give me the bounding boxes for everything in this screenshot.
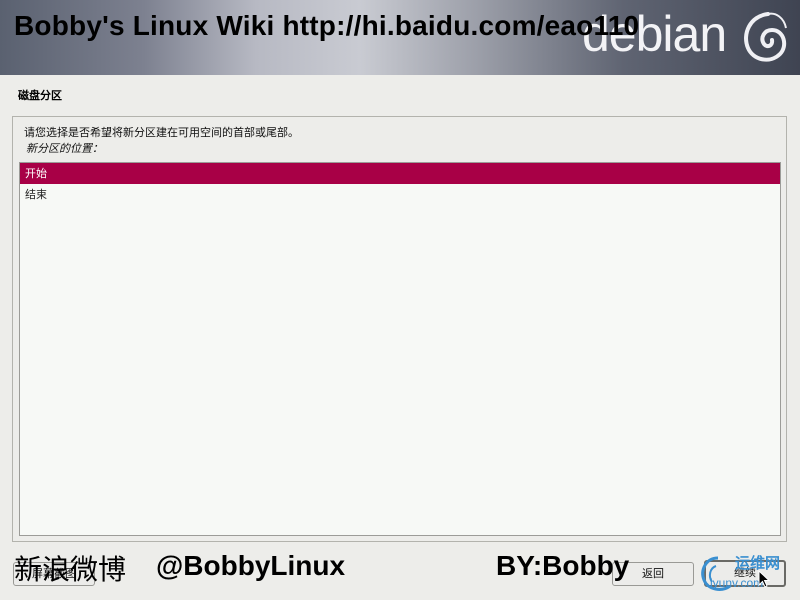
handle-watermark: @BobbyLinux (156, 550, 346, 581)
partition-location-list[interactable]: 开始 结束 (19, 162, 781, 536)
option-beginning[interactable]: 开始 (20, 163, 780, 184)
weibo-watermark: 新浪微博 (14, 553, 127, 586)
site-logo: 运维网 iyunv.com (698, 552, 798, 596)
debian-swirl-icon (744, 12, 787, 62)
header-banner: debian Bobby's Linux Wiki http://hi.baid… (0, 0, 800, 75)
author-watermark: BY:Bobby (496, 550, 630, 581)
wiki-watermark: Bobby's Linux Wiki http://hi.baidu.com/e… (14, 10, 640, 41)
option-end[interactable]: 结束 (20, 184, 780, 205)
location-prompt: 新分区的位置： (26, 142, 103, 155)
mouse-cursor-icon (758, 570, 770, 588)
dialog-title: 磁盘分区 (18, 89, 62, 102)
question-text: 请您选择是否希望将新分区建在可用空间的首部或尾部。 (24, 126, 299, 139)
logo-url: iyunv.com (710, 576, 764, 590)
